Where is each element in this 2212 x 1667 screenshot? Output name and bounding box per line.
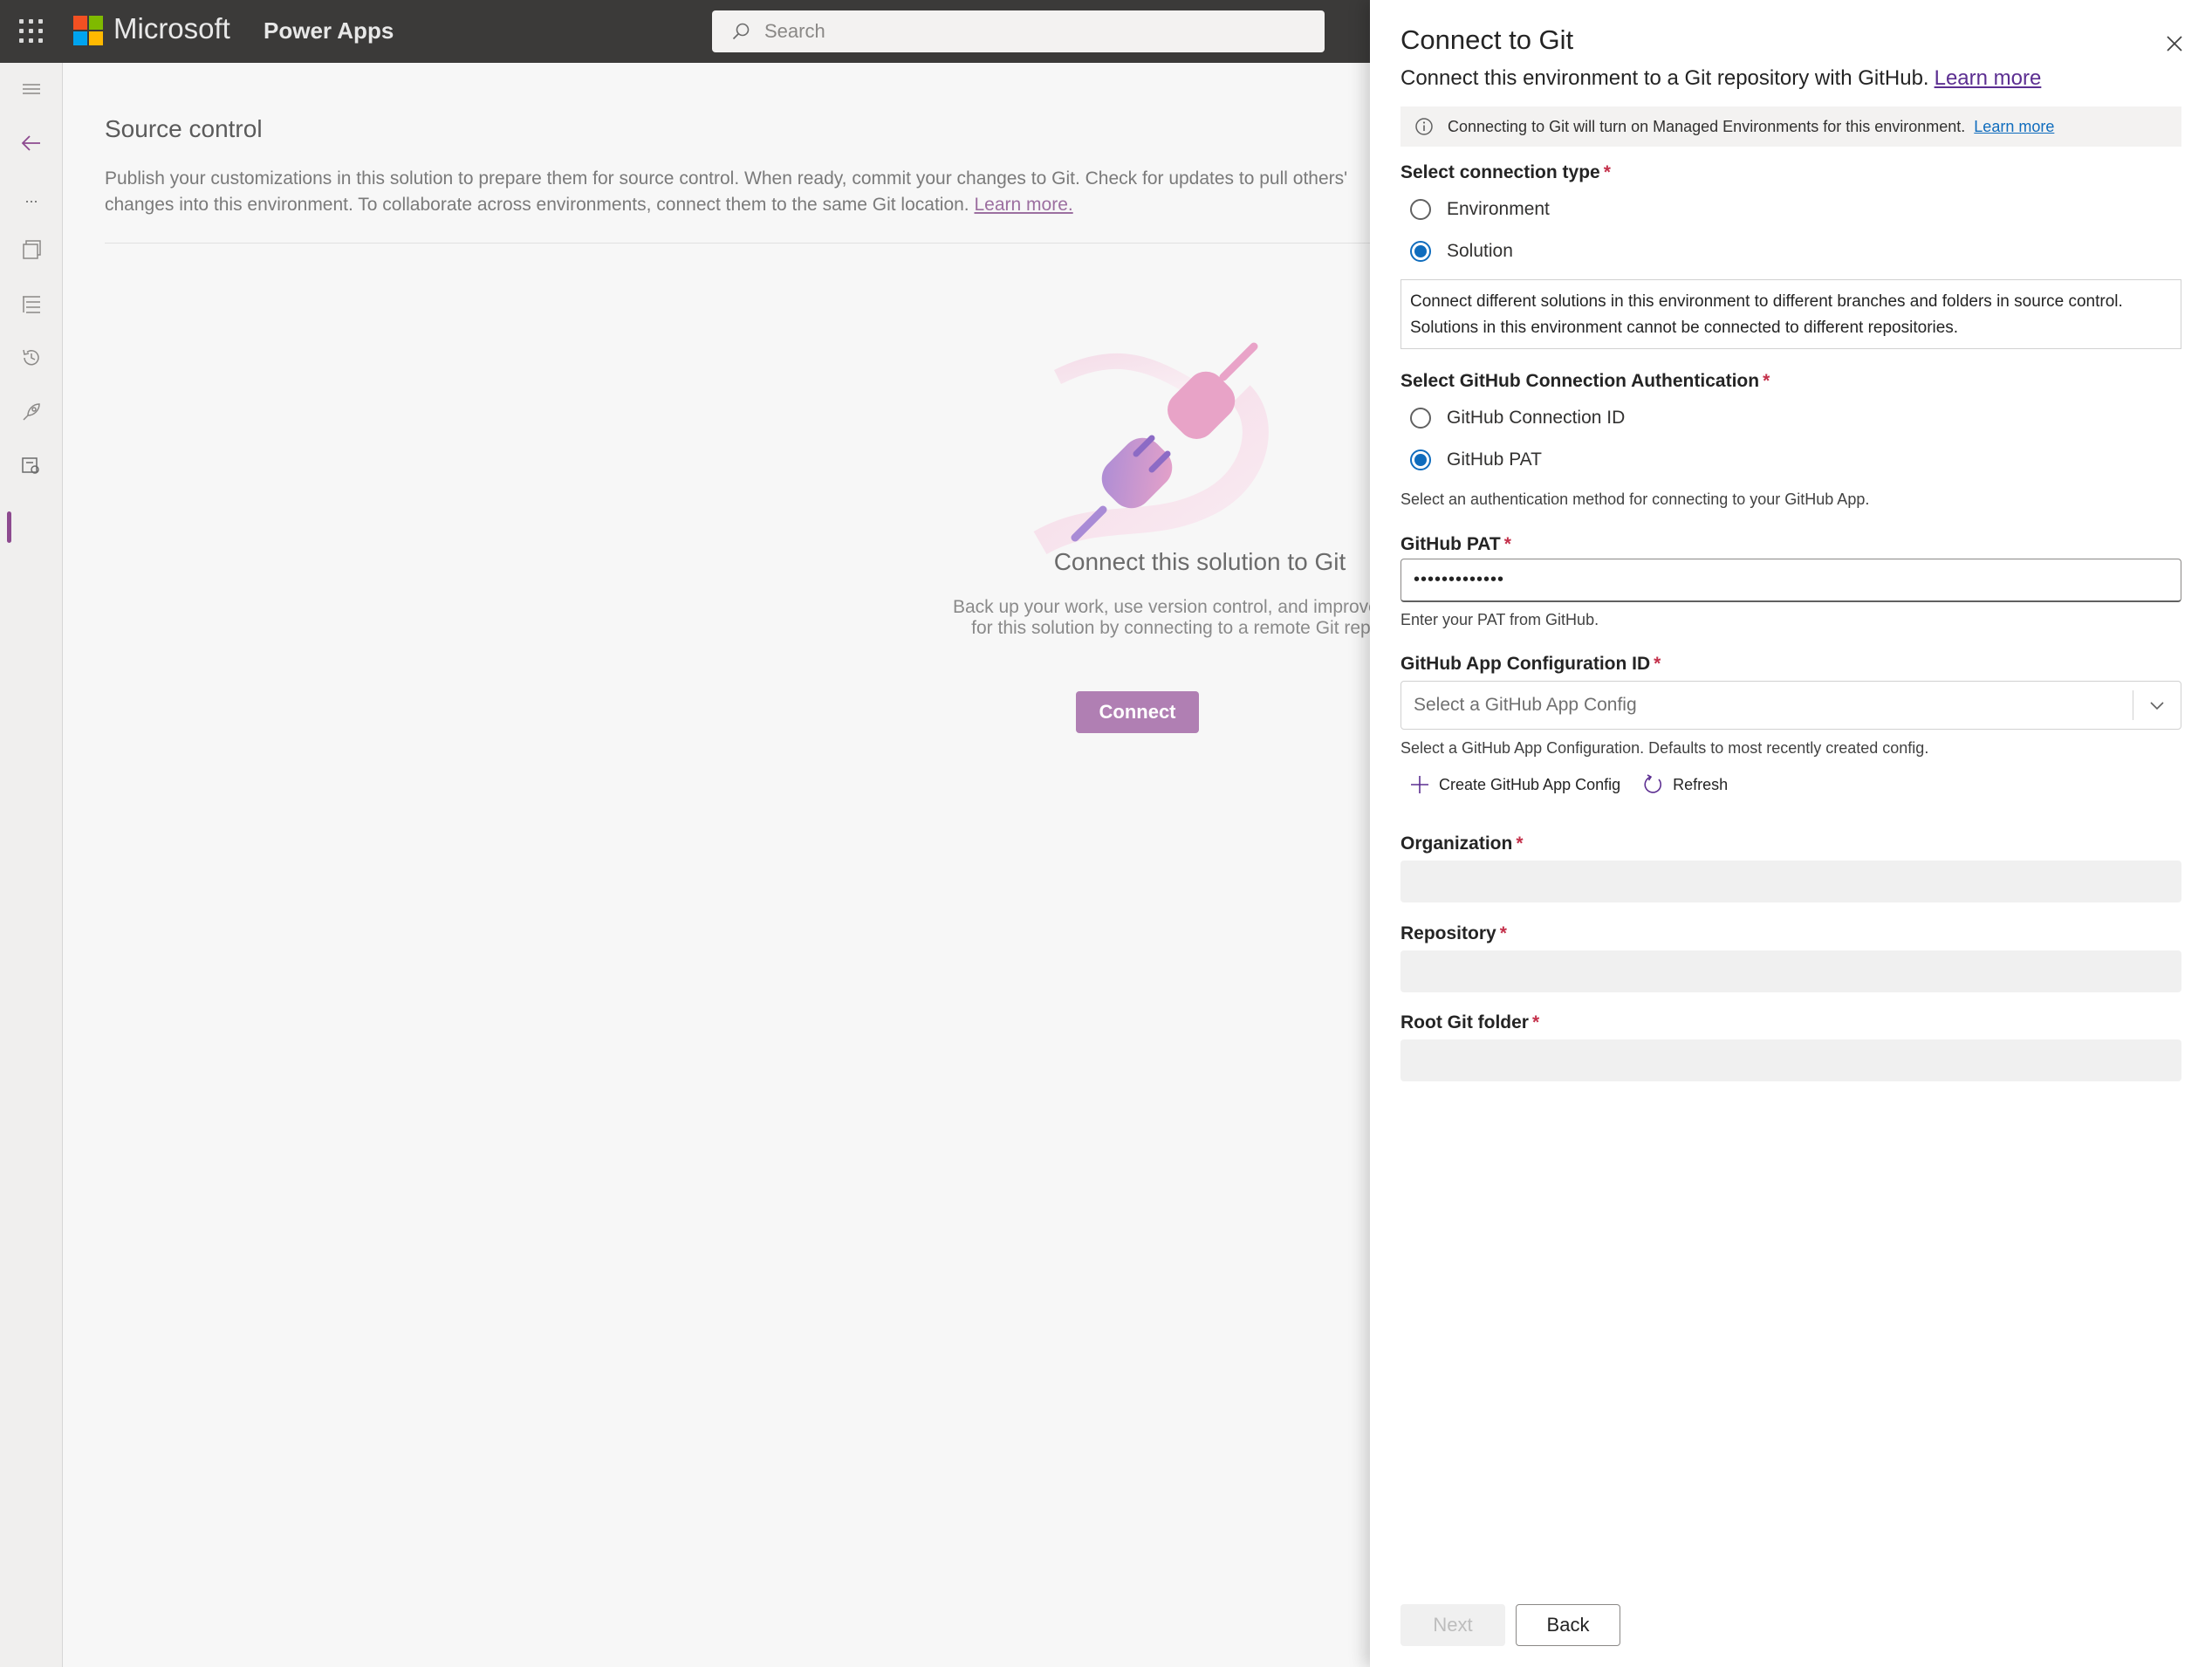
app-config-placeholder: Select a GitHub App Config <box>1414 695 1637 715</box>
radio-circle-selected[interactable] <box>1410 241 1431 262</box>
radio-circle-selected[interactable] <box>1410 449 1431 470</box>
create-app-config-label: Create GitHub App Config <box>1439 775 1621 793</box>
search-input[interactable]: Search <box>764 20 825 43</box>
refresh-label: Refresh <box>1673 775 1729 793</box>
objects-icon[interactable] <box>19 292 44 316</box>
required-mark: * <box>1654 654 1661 674</box>
auth-label: Select GitHub Connection Authentication * <box>1400 371 1770 392</box>
auth-label-text: Select GitHub Connection Authentication <box>1400 371 1760 391</box>
active-indicator <box>7 511 11 543</box>
brand-name: Microsoft <box>113 12 230 45</box>
app-config-dropdown[interactable]: Select a GitHub App Config <box>1400 681 2181 730</box>
back-button[interactable]: Back <box>1516 1604 1620 1646</box>
search-icon <box>732 23 750 40</box>
divider <box>105 243 1370 244</box>
app-config-label: GitHub App Configuration ID * <box>1400 654 1661 675</box>
solutions-icon[interactable] <box>19 237 44 262</box>
subtitle-learn-more-link[interactable]: Learn more <box>1935 66 2042 90</box>
radio-circle[interactable] <box>1410 408 1431 429</box>
microsoft-logo-icon <box>73 16 104 46</box>
organization-label: Organization * <box>1400 834 1524 854</box>
close-icon[interactable] <box>2162 31 2187 56</box>
radio-label: Solution <box>1447 241 1513 261</box>
radio-circle[interactable] <box>1410 199 1431 220</box>
organization-label-text: Organization <box>1400 834 1513 854</box>
github-pat-input[interactable]: ••••••••••••• <box>1400 559 2181 602</box>
info-icon <box>1415 118 1433 135</box>
auth-help-text: Select an authentication method for conn… <box>1400 490 1870 508</box>
radio-github-pat[interactable]: GitHub PAT <box>1410 449 1542 470</box>
subtitle-text: Connect this environment to a Git reposi… <box>1400 66 1929 90</box>
history-icon[interactable] <box>19 346 44 370</box>
app-config-label-text: GitHub App Configuration ID <box>1400 654 1651 674</box>
app-config-help-text: Select a GitHub App Configuration. Defau… <box>1400 739 1929 757</box>
connection-type-label: Select connection type * <box>1400 162 1611 183</box>
connection-type-description: Connect different solutions in this envi… <box>1400 279 2181 349</box>
add-icon <box>1411 776 1428 793</box>
menu-icon[interactable] <box>19 77 44 101</box>
info-learn-more-link[interactable]: Learn more <box>1974 118 2054 136</box>
radio-solution[interactable]: Solution <box>1410 241 1513 262</box>
main-content: Source control Publish your customizatio… <box>63 63 1447 1667</box>
radio-label: GitHub Connection ID <box>1447 408 1626 428</box>
radio-github-connection-id[interactable]: GitHub Connection ID <box>1410 408 1625 429</box>
description-text: Publish your customizations in this solu… <box>105 168 1348 215</box>
required-mark: * <box>1531 1012 1540 1032</box>
app-name[interactable]: Power Apps <box>264 17 394 45</box>
plug-illustration-icon <box>1033 342 1269 555</box>
page-description: Publish your customizations in this solu… <box>105 166 1370 218</box>
info-text: Connecting to Git will turn on Managed E… <box>1448 117 1966 135</box>
connect-to-git-panel: Connect to Git Connect this environment … <box>1370 0 2212 1667</box>
empty-state-title: Connect this solution to Git <box>1053 548 1346 575</box>
radio-label: GitHub PAT <box>1447 449 1542 470</box>
repository-field <box>1400 950 2181 992</box>
more-icon[interactable]: ... <box>19 185 44 209</box>
repository-label: Repository * <box>1400 923 1507 944</box>
app-config-actions: Create GitHub App Config Refresh <box>1409 773 1749 796</box>
left-navigation-rail: ... <box>0 63 63 1667</box>
required-mark: * <box>1763 371 1770 391</box>
rocket-icon[interactable] <box>19 400 44 424</box>
app-launcher-icon[interactable] <box>19 19 44 44</box>
radio-environment[interactable]: Environment <box>1410 199 1550 220</box>
root-folder-label-text: Root Git folder <box>1400 1012 1529 1032</box>
connection-type-label-text: Select connection type <box>1400 162 1600 182</box>
next-button[interactable]: Next <box>1400 1604 1505 1646</box>
search-box[interactable]: Search <box>712 10 1325 52</box>
pat-help-text: Enter your PAT from GitHub. <box>1400 611 1599 628</box>
root-folder-label: Root Git folder * <box>1400 1012 1539 1033</box>
chevron-down-icon[interactable] <box>2133 700 2181 710</box>
organization-field <box>1400 861 2181 902</box>
pat-label: GitHub PAT * <box>1400 534 1511 555</box>
required-mark: * <box>1503 534 1511 554</box>
refresh-button[interactable]: Refresh <box>1641 773 1728 796</box>
repository-label-text: Repository <box>1400 923 1496 943</box>
required-mark: * <box>1516 834 1524 854</box>
refresh-icon <box>1644 774 1662 793</box>
page-title: Source control <box>105 115 263 142</box>
pat-label-text: GitHub PAT <box>1400 534 1501 554</box>
panel-subtitle: Connect this environment to a Git reposi… <box>1400 66 2041 91</box>
info-message-bar: Connecting to Git will turn on Managed E… <box>1400 106 2181 147</box>
required-mark: * <box>1603 162 1611 182</box>
source-control-icon[interactable] <box>19 454 44 478</box>
root-folder-field <box>1400 1039 2181 1081</box>
panel-title: Connect to Git <box>1400 24 1574 55</box>
back-arrow-icon[interactable] <box>19 131 44 155</box>
learn-more-link[interactable]: Learn more. <box>974 195 1072 215</box>
create-app-config-button[interactable]: Create GitHub App Config <box>1409 774 1620 795</box>
radio-label: Environment <box>1447 199 1550 219</box>
connect-button[interactable]: Connect <box>1076 691 1199 733</box>
required-mark: * <box>1499 923 1507 943</box>
